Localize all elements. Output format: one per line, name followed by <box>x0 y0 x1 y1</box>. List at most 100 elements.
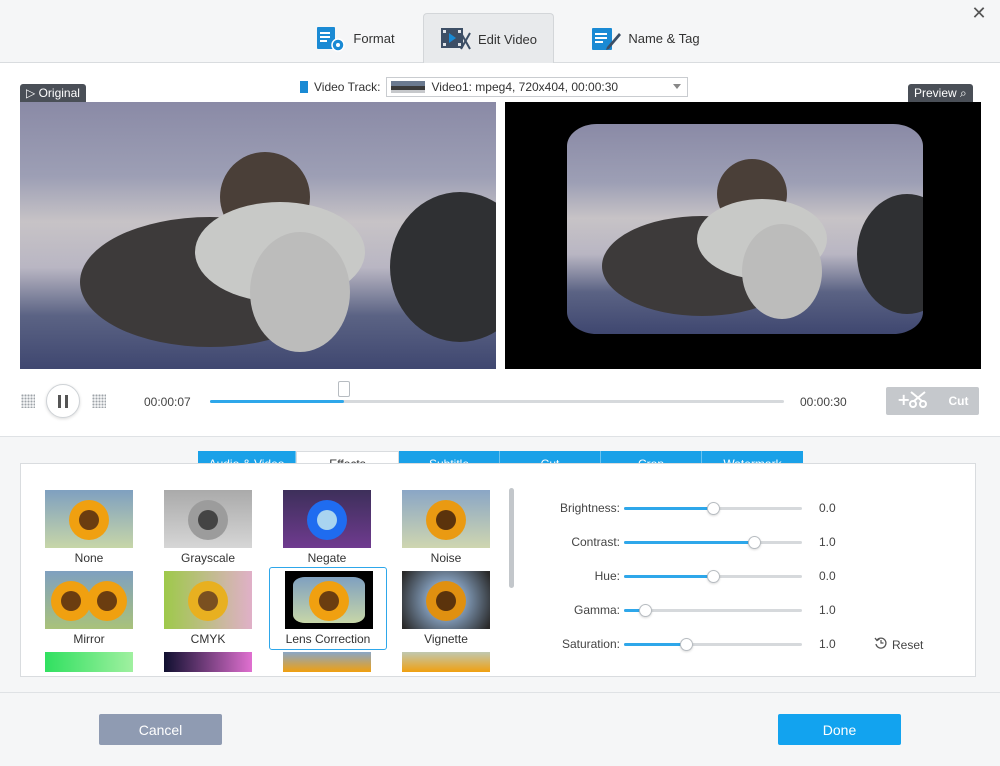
sunflower-thumbnail <box>164 490 252 548</box>
preview-area: Video Track: Video1: mpeg4, 720x404, 00:… <box>0 63 1000 437</box>
effect-label: Negate <box>307 551 347 565</box>
sunflower-thumbnail <box>164 652 252 672</box>
preview-label: Preview <box>914 86 957 100</box>
effect-vignette[interactable]: Vignette <box>396 569 496 649</box>
effect-negate[interactable]: Negate <box>277 488 377 568</box>
reset-icon <box>874 636 888 653</box>
contrast-row: Contrast: 1.0 <box>520 532 940 552</box>
sunflower-thumbnail <box>45 571 133 629</box>
tab-edit-video-label: Edit Video <box>477 31 538 47</box>
slider-handle[interactable] <box>639 604 653 617</box>
done-label: Done <box>822 721 857 738</box>
effect-thumbnail-partial[interactable] <box>39 650 139 672</box>
effect-label: Noise <box>430 551 462 565</box>
sunflower-thumbnail <box>45 652 133 672</box>
effect-thumbnail-partial[interactable] <box>396 650 496 672</box>
effect-label: Vignette <box>424 632 468 646</box>
brightness-value: 0.0 <box>819 501 836 515</box>
reset-button[interactable]: Reset <box>874 636 923 653</box>
effect-lens-correction[interactable]: Lens Correction <box>269 567 387 650</box>
contrast-value: 1.0 <box>819 535 836 549</box>
brightness-label: Brightness: <box>559 501 620 515</box>
video-track-icon <box>300 81 308 93</box>
effect-cmyk[interactable]: CMYK <box>158 569 258 649</box>
preview-tag[interactable]: Preview ⌕ <box>908 84 973 102</box>
hue-label: Hue: <box>594 569 620 583</box>
close-icon[interactable]: ✕ <box>970 4 988 22</box>
reset-label: Reset <box>892 637 924 652</box>
effects-grid: None Grayscale Negate Noise Mirror CMYK … <box>21 488 501 673</box>
tab-format[interactable]: Format <box>300 13 410 64</box>
gamma-row: Gamma: 1.0 <box>520 600 940 620</box>
done-button[interactable]: Done <box>778 714 901 745</box>
effect-label: Lens Correction <box>285 632 371 646</box>
original-video <box>20 102 496 369</box>
sunflower-thumbnail <box>164 571 252 629</box>
contrast-slider[interactable] <box>624 536 802 549</box>
gamma-value: 1.0 <box>819 603 836 617</box>
effect-label: CMYK <box>190 632 226 646</box>
brightness-slider[interactable] <box>624 502 802 515</box>
play-triangle-icon: ▷ <box>26 86 36 100</box>
gamma-label: Gamma: <box>573 603 620 617</box>
effects-scrollbar[interactable] <box>509 488 514 588</box>
tab-edit-video[interactable]: Edit Video <box>423 13 554 64</box>
pause-button[interactable] <box>46 384 80 418</box>
tab-name-tag[interactable]: Name & Tag <box>580 13 710 64</box>
gamma-slider[interactable] <box>624 604 802 617</box>
footer: Cancel Done <box>0 692 1000 766</box>
effect-mirror[interactable]: Mirror <box>39 569 139 649</box>
brightness-row: Brightness: 0.0 <box>520 498 940 518</box>
effect-label: Grayscale <box>180 551 236 565</box>
effect-grayscale[interactable]: Grayscale <box>158 488 258 568</box>
slider-handle[interactable] <box>707 502 720 515</box>
effect-label: None <box>74 551 104 565</box>
cancel-button[interactable]: Cancel <box>99 714 222 745</box>
saturation-label: Saturation: <box>561 637 620 651</box>
hue-slider[interactable] <box>624 570 802 583</box>
contrast-label: Contrast: <box>571 535 620 549</box>
top-tab-bar: ✕ Format Edit Video Name & Tag <box>0 0 1000 64</box>
grip-right-icon[interactable] <box>92 394 106 408</box>
hue-value: 0.0 <box>819 569 836 583</box>
cancel-label: Cancel <box>138 721 183 738</box>
pause-icon-bar <box>58 394 61 408</box>
lens-corrected-frame <box>567 124 923 334</box>
hue-row: Hue: 0.0 <box>520 566 940 586</box>
sunflower-thumbnail <box>283 490 371 548</box>
slider-handle[interactable] <box>747 536 761 549</box>
slider-handle[interactable] <box>680 638 694 651</box>
video-track-value: Video1: mpeg4, 720x404, 00:00:30 <box>431 80 619 94</box>
timeline-progress <box>210 400 344 403</box>
slider-handle[interactable] <box>707 570 720 583</box>
saturation-slider[interactable] <box>624 638 802 651</box>
total-time: 00:00:30 <box>800 395 847 409</box>
original-tag: ▷ Original <box>20 84 86 102</box>
cut-button[interactable]: + Cut <box>886 387 979 415</box>
video-track-row: Video Track: Video1: mpeg4, 720x404, 00:… <box>300 77 689 97</box>
tab-name-tag-label: Name & Tag <box>628 31 700 46</box>
effect-none[interactable]: None <box>39 488 139 568</box>
scissors-icon: + <box>897 390 931 413</box>
format-settings-icon <box>315 25 347 53</box>
timeline-track[interactable] <box>210 400 784 403</box>
video-frame-original <box>20 102 496 369</box>
grip-left-icon[interactable] <box>21 394 35 408</box>
cut-button-label: Cut <box>948 394 969 408</box>
current-time: 00:00:07 <box>144 395 191 409</box>
sunflower-thumbnail <box>45 490 133 548</box>
effect-thumbnail-partial[interactable] <box>277 650 377 672</box>
video-track-select[interactable]: Video1: mpeg4, 720x404, 00:00:30 <box>386 77 689 97</box>
video-track-thumbnail <box>391 81 426 93</box>
effect-thumbnail-partial[interactable] <box>158 650 258 672</box>
edit-video-icon <box>440 25 472 53</box>
sunflower-thumbnail <box>285 571 373 629</box>
name-tag-icon <box>590 25 622 53</box>
effect-noise[interactable]: Noise <box>396 488 496 568</box>
preview-video <box>505 102 981 369</box>
magnifier-icon: ⌕ <box>960 86 967 100</box>
sunflower-thumbnail <box>402 652 490 672</box>
tab-format-label: Format <box>353 31 395 46</box>
video-track-label: Video Track: <box>314 80 381 94</box>
timeline-handle[interactable] <box>337 381 350 397</box>
